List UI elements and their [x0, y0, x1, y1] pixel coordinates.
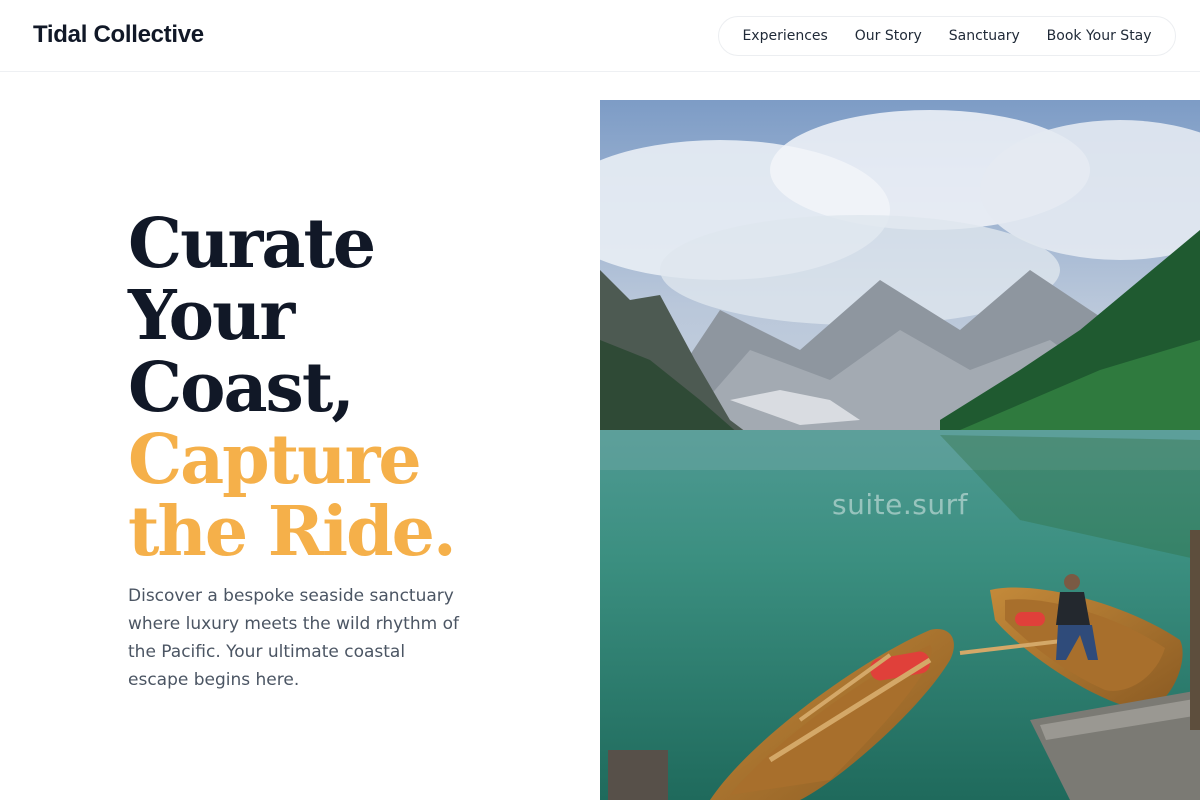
hero-description: Discover a bespoke seaside sanctuary whe… [128, 586, 459, 690]
lake-boats-illustration [600, 100, 1200, 800]
image-watermark: suite.surf [832, 488, 968, 521]
main-nav: Experiences Our Story Sanctuary Book You… [718, 16, 1176, 56]
site-header: Tidal Collective Experiences Our Story S… [0, 0, 1200, 72]
headline-accent-line-2: the Ride. [128, 492, 457, 572]
headline-accent-line-1: Capture [128, 420, 422, 500]
hero-image: suite.surf [600, 100, 1200, 800]
nav-item-sanctuary[interactable]: Sanctuary [943, 28, 1026, 44]
headline-line-3: Coast, [128, 348, 355, 428]
nav-item-experiences[interactable]: Experiences [736, 28, 833, 44]
headline-line-2: Your [128, 276, 295, 356]
brand-logo-text[interactable]: Tidal Collective [33, 21, 204, 49]
nav-item-book-your-stay[interactable]: Book Your Stay [1041, 28, 1158, 44]
headline-line-1: Curate [128, 204, 376, 284]
nav-item-our-story[interactable]: Our Story [849, 28, 928, 44]
hero-headline: Curate Your Coast, Capture the Ride. [128, 208, 568, 568]
hero-text-block: Curate Your Coast, Capture the Ride. Dis… [128, 208, 568, 694]
